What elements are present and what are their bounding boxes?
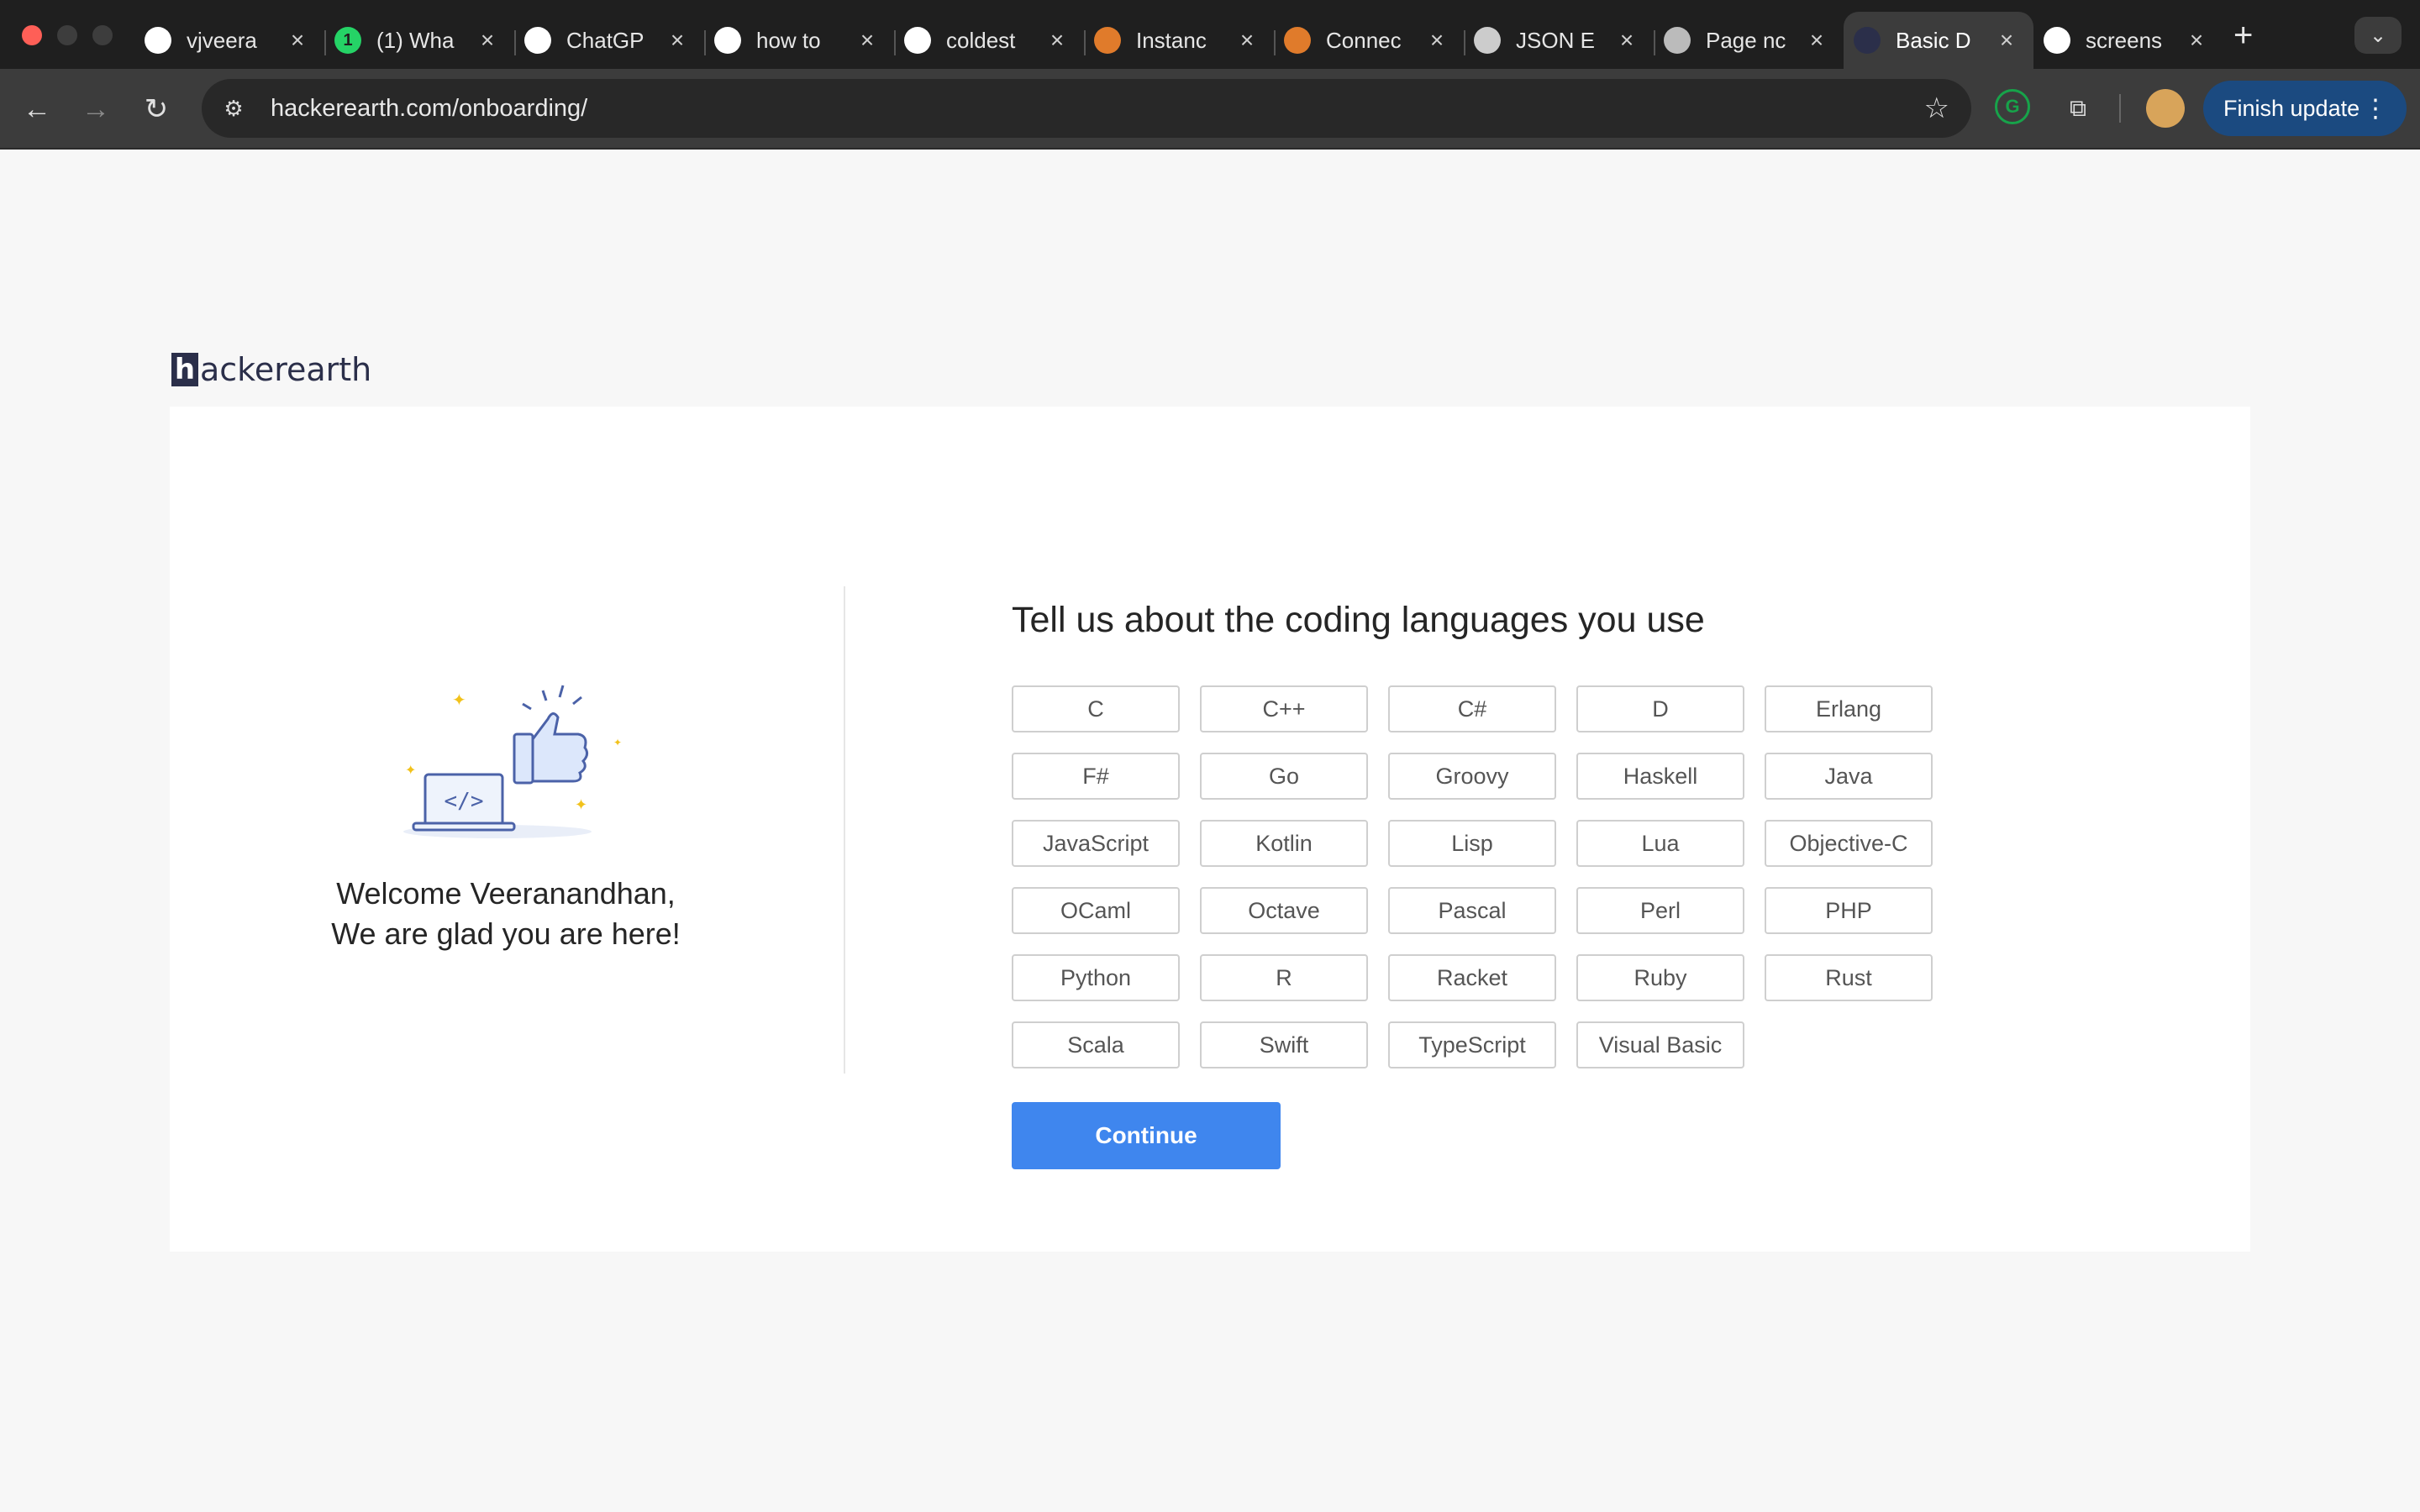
language-option[interactable]: Scala [1012, 1021, 1180, 1068]
language-option[interactable]: Haskell [1576, 753, 1744, 800]
language-option[interactable]: Lua [1576, 820, 1744, 867]
language-option[interactable]: Swift [1200, 1021, 1368, 1068]
language-option[interactable]: Objective-C [1765, 820, 1933, 867]
language-option[interactable]: OCaml [1012, 887, 1180, 934]
language-option[interactable]: PHP [1765, 887, 1933, 934]
language-option[interactable]: Python [1012, 954, 1180, 1001]
language-option[interactable]: Java [1765, 753, 1933, 800]
language-option[interactable]: TypeScript [1388, 1021, 1556, 1068]
language-option[interactable]: Visual Basic [1576, 1021, 1744, 1068]
language-option[interactable]: C [1012, 685, 1180, 732]
language-option[interactable]: Racket [1388, 954, 1556, 1001]
logo-letter: h [171, 353, 198, 386]
language-option[interactable]: D [1576, 685, 1744, 732]
languages-grid: C C++ C# D Erlang F# Go Groovy Haskell Java JavaSc… [1012, 685, 1933, 1068]
language-option[interactable]: Erlang [1765, 685, 1933, 732]
language-option[interactable]: Rust [1765, 954, 1933, 1001]
language-option[interactable]: R [1200, 954, 1368, 1001]
language-option[interactable]: Pascal [1388, 887, 1556, 934]
language-option[interactable]: C++ [1200, 685, 1368, 732]
language-option[interactable]: Groovy [1388, 753, 1556, 800]
language-option[interactable]: Go [1200, 753, 1368, 800]
language-option[interactable]: Lisp [1388, 820, 1556, 867]
language-option[interactable]: JavaScript [1012, 820, 1180, 867]
language-option[interactable]: Ruby [1576, 954, 1744, 1001]
language-option[interactable]: Octave [1200, 887, 1368, 934]
language-option[interactable]: C# [1388, 685, 1556, 732]
logo-text: ackerearth [200, 351, 372, 388]
language-option[interactable]: Perl [1576, 887, 1744, 934]
language-option[interactable]: F# [1012, 753, 1180, 800]
language-option[interactable]: Kotlin [1200, 820, 1368, 867]
hackerearth-logo[interactable]: h ackerearth [171, 351, 371, 388]
continue-button[interactable]: Continue [1012, 1102, 1281, 1169]
